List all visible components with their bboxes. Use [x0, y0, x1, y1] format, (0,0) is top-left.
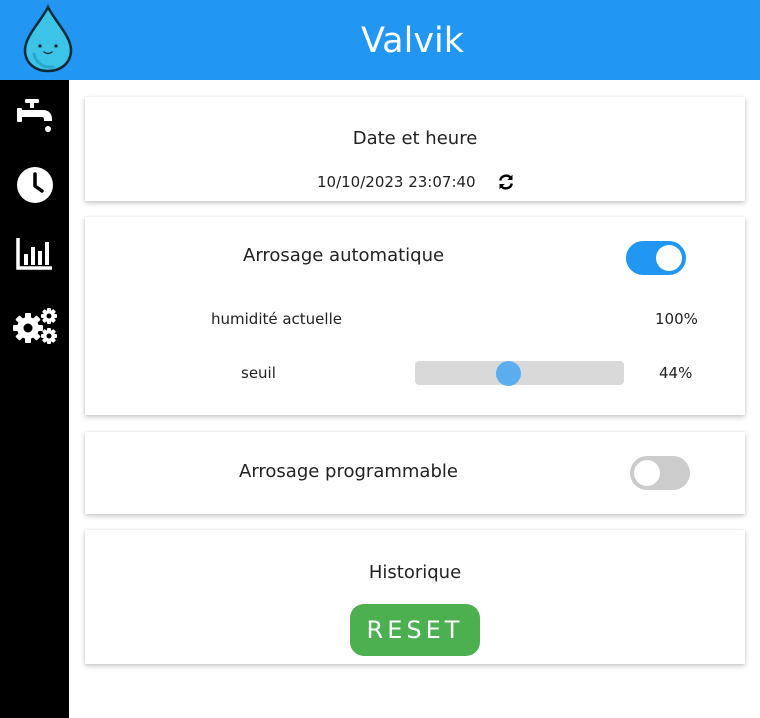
toggle-knob: [656, 245, 682, 271]
sidebar-item-watering[interactable]: [0, 88, 69, 144]
scheduled-watering-toggle[interactable]: [630, 456, 690, 490]
threshold-label: seuil: [241, 364, 276, 382]
app-title: Valvik: [360, 21, 465, 61]
sidebar-item-stats[interactable]: [0, 226, 69, 282]
toggle-knob: [634, 460, 660, 486]
humidity-value: 100%: [655, 310, 698, 328]
reset-button[interactable]: RESET: [350, 604, 480, 656]
humidity-label: humidité actuelle: [211, 310, 342, 328]
threshold-slider-thumb[interactable]: [496, 361, 521, 386]
scheduled-watering-card: Arrosage programmable: [85, 432, 745, 514]
scheduled-watering-title: Arrosage programmable: [239, 461, 458, 482]
chart-icon: [15, 238, 52, 270]
threshold-value: 44%: [659, 364, 693, 382]
sidebar: [0, 80, 69, 718]
datetime-title: Date et heure: [352, 128, 478, 149]
datetime-value: 10/10/2023 23:07:40: [317, 173, 476, 191]
sidebar-item-schedule[interactable]: [0, 157, 69, 213]
auto-watering-title: Arrosage automatique: [243, 245, 445, 266]
sidebar-item-settings[interactable]: [0, 298, 69, 354]
history-card: Historique RESET: [85, 530, 745, 664]
clock-icon: [16, 167, 53, 203]
gears-icon: [12, 308, 57, 344]
history-title: Historique: [368, 562, 462, 583]
app-header: Valvik: [0, 0, 760, 80]
faucet-icon: [16, 99, 52, 132]
refresh-icon[interactable]: [497, 173, 515, 191]
auto-watering-card: Arrosage automatique humidité actuelle 1…: [85, 217, 745, 415]
threshold-slider[interactable]: [415, 361, 624, 386]
datetime-card: Date et heure 10/10/2023 23:07:40: [85, 97, 745, 201]
auto-watering-toggle[interactable]: [626, 241, 686, 275]
